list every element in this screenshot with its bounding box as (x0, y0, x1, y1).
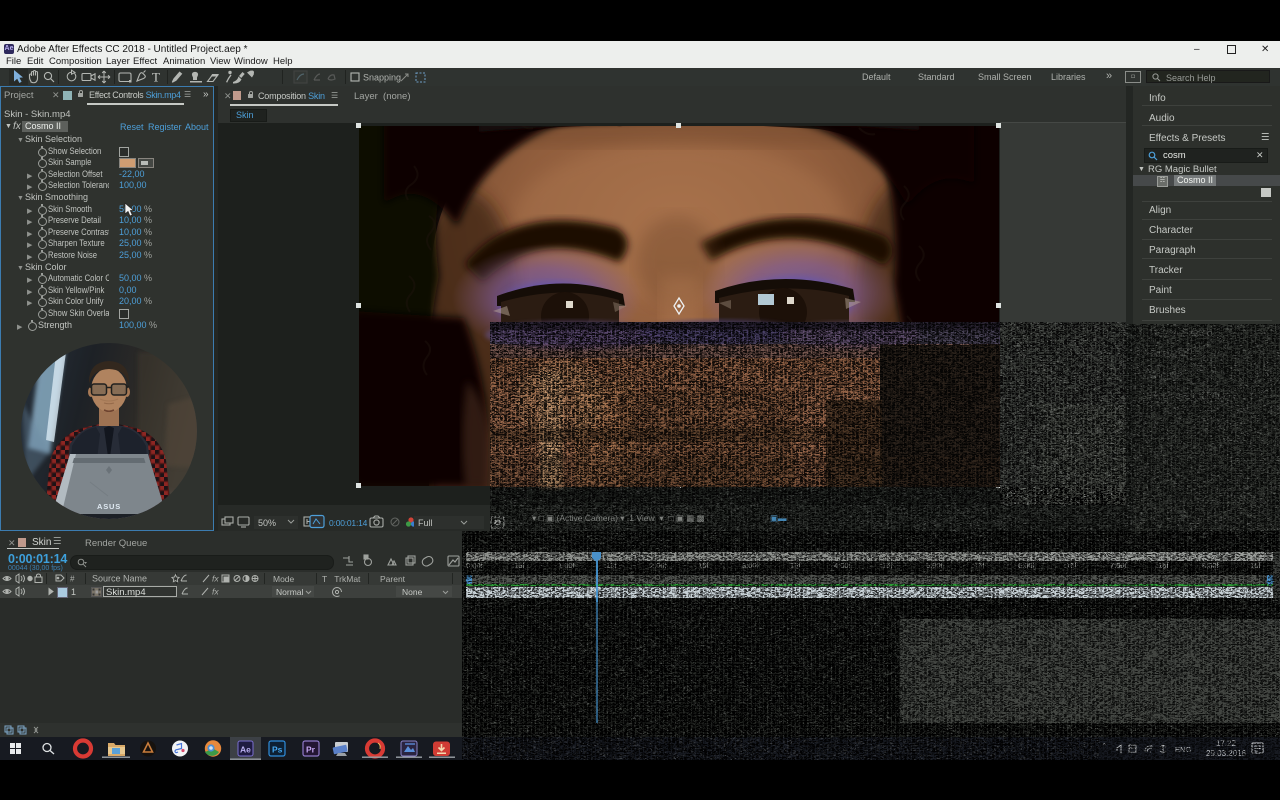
svg-text:Source Name: Source Name (92, 574, 147, 584)
svg-text:T: T (152, 70, 160, 85)
svg-text:#: # (70, 575, 75, 584)
svg-text:Pr: Pr (306, 745, 316, 755)
svg-text:ENG: ENG (1175, 745, 1191, 754)
svg-text:50%: 50% (258, 518, 276, 528)
svg-text:ASUS: ASUS (97, 502, 121, 511)
svg-text:Ae: Ae (240, 745, 251, 755)
svg-text:Snapping: Snapping (363, 73, 401, 83)
svg-text:fx: fx (212, 574, 219, 584)
svg-text:Ps: Ps (272, 745, 283, 755)
svg-text:fx: fx (212, 587, 219, 597)
